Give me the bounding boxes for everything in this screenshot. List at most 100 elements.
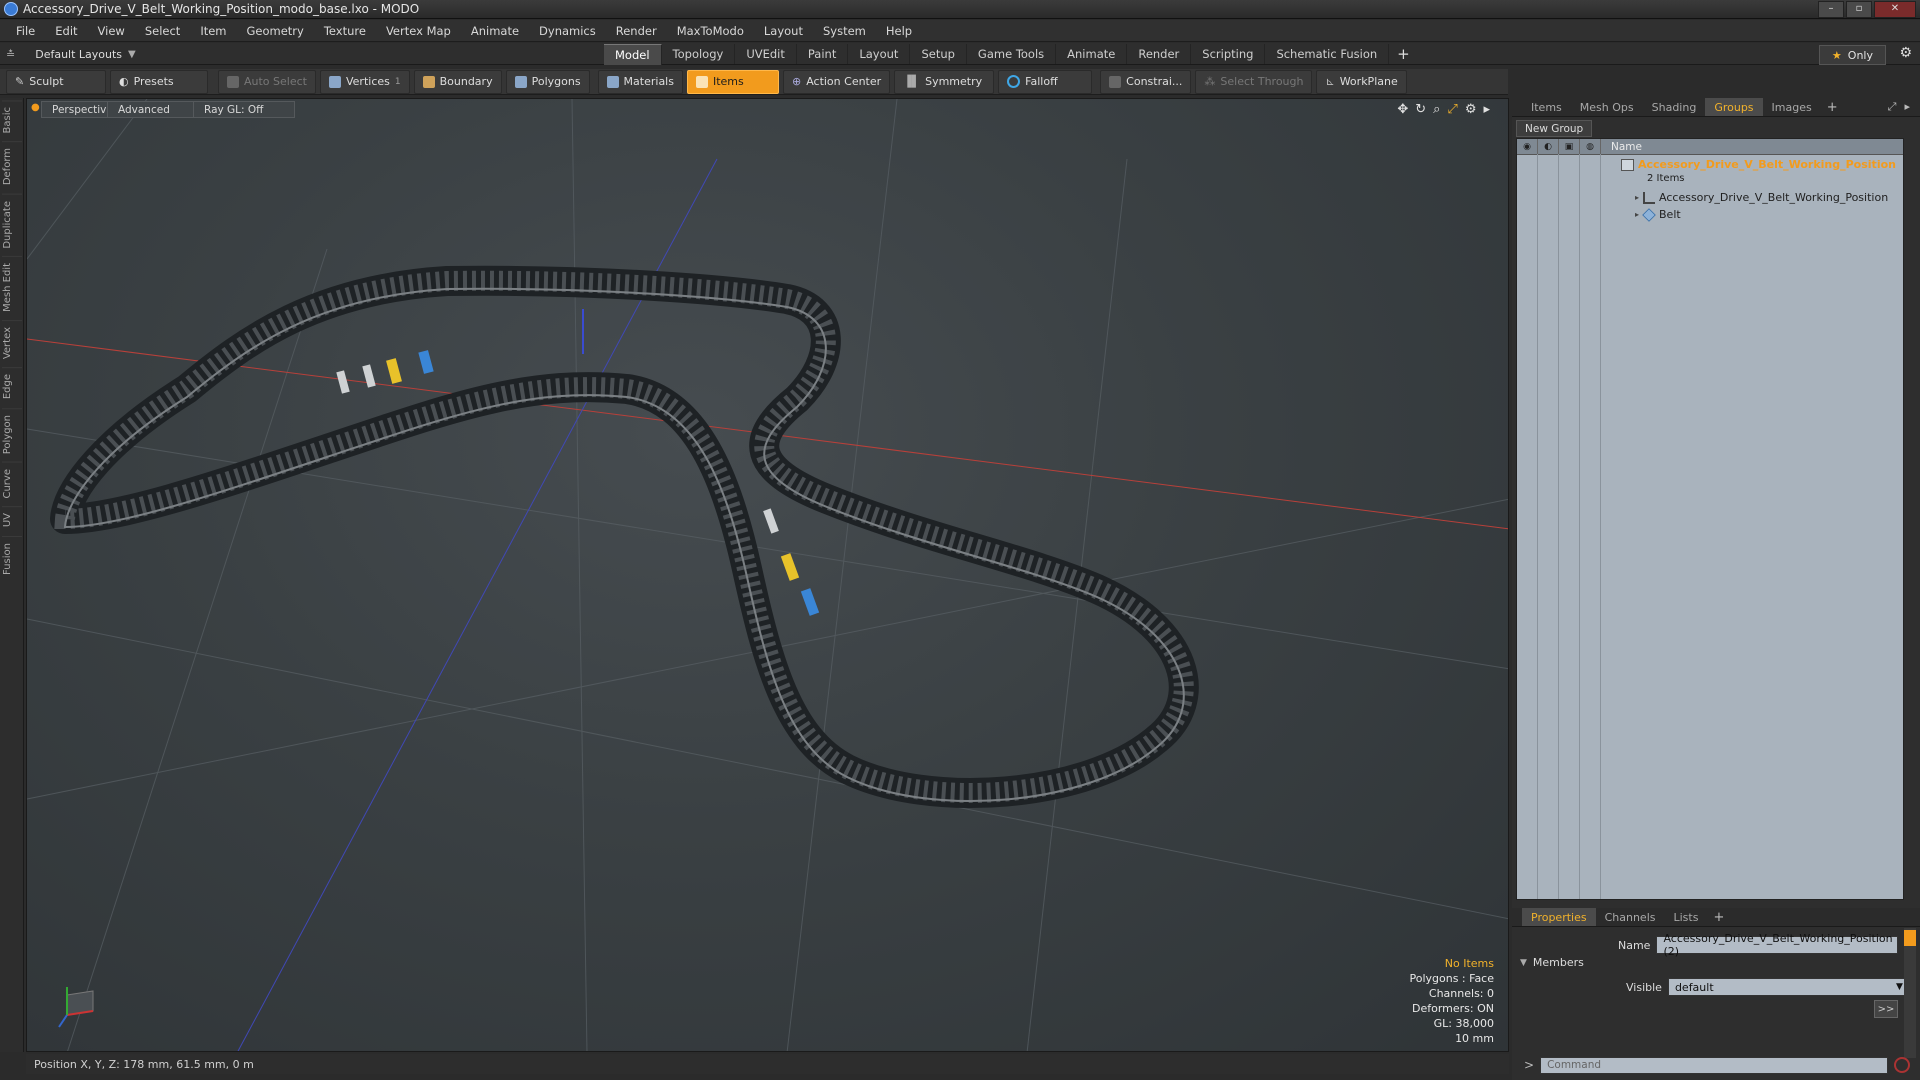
group-member-row[interactable]: ▸ Accessory_Drive_V_Belt_Working_Positio… [1635, 191, 1888, 204]
presets-button[interactable]: ◐ Presets [110, 69, 208, 94]
lock-column-icon[interactable]: ▣ [1559, 139, 1580, 154]
menu-animate[interactable]: Animate [461, 24, 529, 38]
viewport-menu-dot-icon[interactable]: ● [31, 102, 40, 113]
layout-selector-label: Default Layouts [35, 47, 123, 61]
new-group-button[interactable]: New Group [1516, 120, 1593, 137]
tab-properties[interactable]: Properties [1522, 908, 1596, 926]
fit-view-icon[interactable]: ⤢ [1447, 102, 1457, 117]
tab-game-tools[interactable]: Game Tools [967, 44, 1057, 64]
expand-arrow-icon[interactable]: ▸ [1483, 102, 1490, 117]
tab-shading[interactable]: Shading [1643, 98, 1706, 116]
menu-system[interactable]: System [813, 24, 876, 38]
orange-marker-icon[interactable] [1904, 930, 1916, 946]
menu-maxtomodo[interactable]: MaxToModo [667, 24, 754, 38]
tab-lists[interactable]: Lists [1665, 908, 1708, 926]
vtab-edge[interactable]: Edge [1, 367, 22, 406]
only-toggle-button[interactable]: ★ Only [1818, 45, 1886, 65]
menu-texture[interactable]: Texture [314, 24, 376, 38]
menu-view[interactable]: View [88, 24, 135, 38]
expand-arrow-icon[interactable]: ▸ [1635, 210, 1639, 219]
menu-vertex-map[interactable]: Vertex Map [376, 24, 461, 38]
tab-channels[interactable]: Channels [1596, 908, 1665, 926]
tab-scripting[interactable]: Scripting [1191, 44, 1266, 64]
render-column-icon[interactable]: ◐ [1538, 139, 1559, 154]
viewport-gear-icon[interactable]: ⚙ [1465, 102, 1477, 117]
menu-help[interactable]: Help [876, 24, 922, 38]
vtab-mesh-edit[interactable]: Mesh Edit [1, 256, 22, 319]
collapse-arrow-icon[interactable]: ▼ [1520, 958, 1527, 968]
vtab-fusion[interactable]: Fusion [1, 535, 22, 581]
visible-select[interactable]: default ▼ [1667, 978, 1910, 996]
name-input[interactable]: Accessory_Drive_V_Belt_Working_Position … [1656, 932, 1899, 958]
select-through-button[interactable]: ⁂ Select Through [1195, 69, 1313, 94]
vertices-button[interactable]: Vertices 1 [319, 69, 410, 94]
workplane-button[interactable]: ⊾ WorkPlane [1316, 69, 1407, 94]
vtab-basic[interactable]: Basic [1, 100, 22, 140]
vtab-duplicate[interactable]: Duplicate [1, 193, 22, 255]
command-input[interactable]: Command [1540, 1056, 1888, 1074]
add-properties-tab-icon[interactable]: + [1707, 910, 1730, 925]
tab-items[interactable]: Items [1522, 98, 1571, 116]
tab-images[interactable]: Images [1763, 98, 1821, 116]
items-button[interactable]: Items [686, 69, 779, 94]
action-center-button[interactable]: ⊕ Action Center [782, 69, 891, 94]
tab-animate[interactable]: Animate [1056, 44, 1128, 64]
tab-paint[interactable]: Paint [797, 44, 849, 64]
group-member-row[interactable]: ▸ Belt [1635, 207, 1681, 222]
maximize-button[interactable]: ▫ [1846, 1, 1872, 18]
close-button[interactable]: ✕ [1874, 1, 1916, 18]
vtab-uv[interactable]: UV [1, 506, 22, 534]
member-name-1: Accessory_Drive_V_Belt_Working_Position [1659, 191, 1889, 204]
add-panel-tab-icon[interactable]: + [1821, 100, 1844, 115]
add-tab-icon[interactable]: + [1397, 44, 1410, 65]
tab-model[interactable]: Model [604, 44, 662, 65]
sculpt-button[interactable]: ✎ Sculpt [6, 69, 106, 94]
expand-arrow-icon[interactable]: ▸ [1635, 193, 1639, 202]
menu-geometry[interactable]: Geometry [237, 24, 314, 38]
tab-layout[interactable]: Layout [848, 44, 911, 64]
auto-select-button[interactable]: Auto Select [218, 69, 316, 94]
rotate-view-icon[interactable]: ↻ [1415, 102, 1426, 117]
menu-dynamics[interactable]: Dynamics [529, 24, 606, 38]
tab-topology[interactable]: Topology [662, 44, 736, 64]
menu-render[interactable]: Render [606, 24, 667, 38]
members-section[interactable]: ▼ Members [1520, 956, 1584, 969]
menu-layout[interactable]: Layout [754, 24, 813, 38]
materials-button[interactable]: Materials [597, 69, 683, 94]
3d-viewport[interactable]: ● Perspective Advanced Ray GL: Off ✥ ↻ ⌕… [26, 98, 1509, 1052]
constraints-button[interactable]: Constrai... [1100, 69, 1192, 94]
visibility-column-eye-icon[interactable]: ◉ [1517, 139, 1538, 154]
polygons-button[interactable]: Polygons [505, 69, 590, 94]
layout-selector[interactable]: ≛ Default Layouts ▼ [6, 45, 136, 63]
menu-file[interactable]: File [6, 24, 45, 38]
tab-setup[interactable]: Setup [910, 44, 967, 64]
gear-icon[interactable]: ⚙ [1899, 45, 1912, 61]
vtab-deform[interactable]: Deform [1, 141, 22, 192]
belt-label-yellow-2 [780, 553, 800, 581]
vtab-polygon[interactable]: Polygon [1, 407, 22, 460]
zoom-view-icon[interactable]: ⌕ [1433, 102, 1440, 117]
minimize-button[interactable]: – [1818, 1, 1844, 18]
menu-item[interactable]: Item [190, 24, 236, 38]
raygl-toggle-button[interactable]: Ray GL: Off [193, 101, 295, 118]
vtab-vertex[interactable]: Vertex [1, 320, 22, 366]
move-view-icon[interactable]: ✥ [1397, 102, 1408, 117]
tab-schematic-fusion[interactable]: Schematic Fusion [1265, 44, 1390, 64]
stop-icon[interactable] [1894, 1057, 1910, 1073]
symmetry-button[interactable]: ▐▌ Symmetry [894, 69, 995, 94]
name-label: Name [1618, 938, 1651, 952]
more-button[interactable]: >> [1874, 1000, 1898, 1018]
vtab-curve[interactable]: Curve [1, 461, 22, 505]
tab-uvedit[interactable]: UVEdit [735, 44, 797, 64]
boundary-button[interactable]: Boundary [413, 69, 502, 94]
panel-menu-icon[interactable]: ▸ [1904, 100, 1910, 114]
menu-select[interactable]: Select [135, 24, 190, 38]
tab-render[interactable]: Render [1127, 44, 1192, 64]
select-column-icon[interactable]: ◍ [1580, 139, 1601, 154]
maximize-panel-icon[interactable]: ⤢ [1888, 100, 1897, 114]
menu-edit[interactable]: Edit [45, 24, 87, 38]
tab-mesh-ops[interactable]: Mesh Ops [1571, 98, 1643, 116]
group-row[interactable]: Accessory_Drive_V_Belt_Working_Position [1621, 158, 1896, 171]
falloff-button[interactable]: Falloff [998, 69, 1093, 94]
tab-groups[interactable]: Groups [1705, 98, 1763, 116]
